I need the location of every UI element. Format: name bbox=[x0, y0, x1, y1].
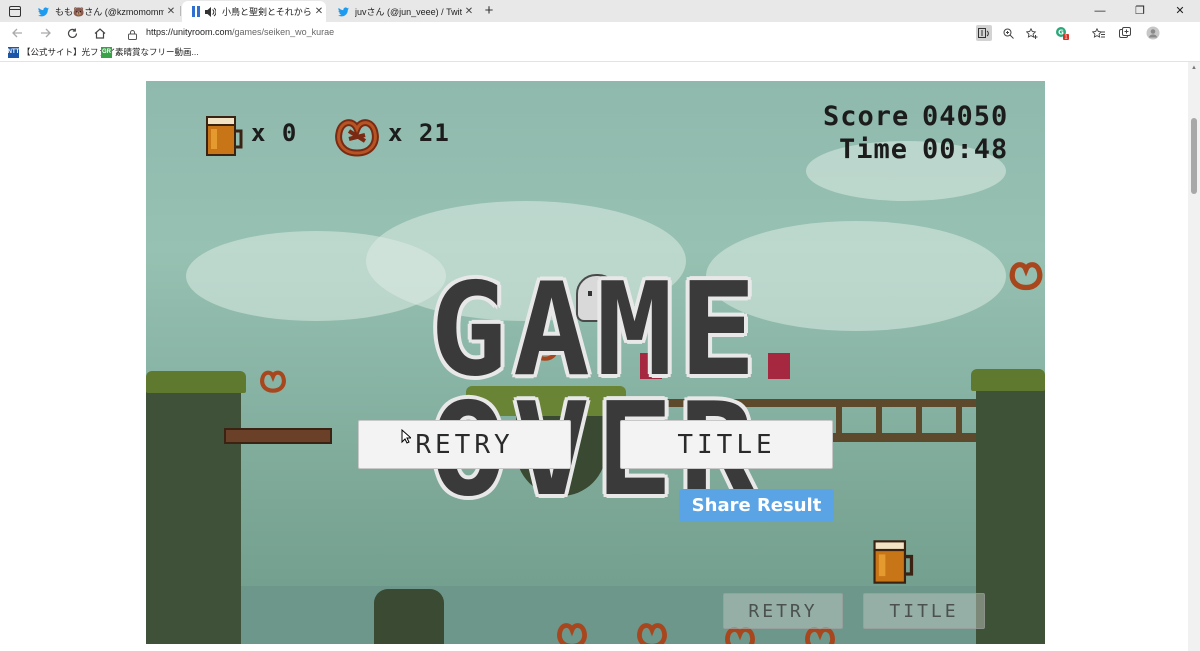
collections-button[interactable] bbox=[1117, 25, 1133, 41]
favorites-button[interactable] bbox=[1090, 25, 1106, 41]
right-cliff bbox=[976, 381, 1045, 644]
video-bookmark-icon: GR bbox=[101, 46, 112, 58]
mouse-cursor-icon bbox=[401, 429, 411, 444]
speaker-icon[interactable] bbox=[205, 6, 216, 17]
lock-icon[interactable] bbox=[128, 27, 138, 40]
bookmarks-bar: NTT 【公式サイト】光ファイ... GR 素晴賞なフリー動画... bbox=[0, 43, 1200, 62]
score-label: Score bbox=[823, 101, 910, 132]
read-aloud-button[interactable] bbox=[976, 25, 992, 41]
game-canvas[interactable]: x 0 x 21 Score 04050 Time 00:48 RETRY TI… bbox=[146, 81, 1045, 644]
beer-icon bbox=[873, 540, 914, 584]
page-scrollbar[interactable]: ▲ bbox=[1188, 62, 1200, 651]
add-favorite-button[interactable] bbox=[1024, 25, 1040, 41]
unityroom-icon bbox=[190, 6, 201, 17]
scroll-up-icon[interactable]: ▲ bbox=[1190, 65, 1198, 73]
address-toolbar: https://unityroom.com/games/seiken_wo_ku… bbox=[0, 22, 1200, 43]
bookmark-label: 素晴賞なフリー動画... bbox=[115, 47, 199, 57]
right-cliff-grass bbox=[971, 369, 1045, 391]
twitter-icon bbox=[38, 6, 49, 17]
refresh-icon bbox=[67, 28, 77, 38]
wooden-plank bbox=[224, 428, 332, 444]
minimize-button[interactable]: — bbox=[1080, 2, 1120, 20]
background-title-button: TITLE bbox=[863, 593, 985, 629]
game-over-title: GAME OVER bbox=[429, 256, 763, 525]
star-add-icon bbox=[1026, 27, 1038, 39]
tab-close-icon[interactable]: ✕ bbox=[164, 6, 178, 17]
back-button[interactable] bbox=[9, 25, 25, 41]
forward-arrow-icon bbox=[40, 28, 51, 38]
pretzel-icon bbox=[637, 623, 667, 644]
extension-icon: G1 bbox=[1056, 27, 1069, 40]
background-retry-button: RETRY bbox=[723, 593, 843, 629]
twitter-icon bbox=[338, 6, 349, 17]
bridge-post bbox=[836, 407, 842, 433]
fiber-bookmark-icon: NTT bbox=[8, 46, 19, 58]
bottom-rock bbox=[374, 589, 444, 644]
tab-twitter-momo[interactable]: もも🐻さん (@kzmomommd) / Tw ✕ bbox=[30, 1, 178, 22]
share-result-button[interactable]: Share Result bbox=[679, 489, 834, 522]
refresh-button[interactable] bbox=[64, 25, 80, 41]
pretzel-icon bbox=[1009, 262, 1043, 291]
beer-count: x 0 bbox=[251, 119, 298, 147]
scroll-thumb[interactable] bbox=[1191, 118, 1197, 194]
time-value: 00:48 bbox=[922, 134, 1009, 165]
extension-button[interactable]: G1 bbox=[1054, 25, 1070, 41]
url-path: /games/seiken_wo_kurae bbox=[232, 27, 335, 37]
avatar-icon bbox=[1146, 26, 1160, 40]
maximize-button[interactable]: ❐ bbox=[1120, 2, 1160, 20]
bridge-post bbox=[956, 407, 962, 433]
tab-unityroom-game[interactable]: 小鳥と聖剣とそれから毒煙 | フ ✕ bbox=[182, 1, 326, 22]
forward-button[interactable] bbox=[37, 25, 53, 41]
close-window-button[interactable]: ✕ bbox=[1160, 2, 1200, 20]
tab-close-icon[interactable]: ✕ bbox=[312, 6, 326, 17]
zoom-button[interactable] bbox=[1000, 25, 1016, 41]
home-icon bbox=[94, 27, 106, 39]
pretzel-count: x 21 bbox=[388, 119, 450, 147]
back-arrow-icon bbox=[11, 28, 22, 38]
tab-actions-button[interactable] bbox=[6, 3, 24, 19]
new-tab-button[interactable]: + bbox=[480, 2, 498, 20]
tab-separator bbox=[180, 6, 181, 16]
beer-icon bbox=[206, 116, 243, 156]
url-field[interactable]: https://unityroom.com/games/seiken_wo_ku… bbox=[146, 27, 334, 37]
left-cliff bbox=[146, 381, 241, 644]
home-button[interactable] bbox=[92, 25, 108, 41]
left-cliff-grass bbox=[146, 371, 246, 393]
tab-strip: もも🐻さん (@kzmomommd) / Tw ✕ 小鳥と聖剣とそれから毒煙 |… bbox=[0, 0, 1200, 22]
tab-twitter-juv[interactable]: juvさん (@jun_veee) / Twitter ✕ bbox=[330, 1, 476, 22]
read-aloud-icon bbox=[978, 27, 989, 38]
bridge-post bbox=[916, 407, 922, 433]
collections-icon bbox=[1119, 27, 1131, 38]
time-label: Time bbox=[839, 134, 909, 165]
pretzel-icon bbox=[557, 623, 587, 644]
pretzel-icon bbox=[335, 119, 379, 157]
tab-actions-icon bbox=[9, 5, 21, 17]
profile-button[interactable] bbox=[1145, 25, 1161, 41]
retry-button[interactable]: RETRY bbox=[358, 420, 571, 469]
tab-label: もも🐻さん (@kzmomommd) / Tw bbox=[55, 7, 164, 17]
tab-label: 小鳥と聖剣とそれから毒煙 | フ bbox=[222, 7, 312, 17]
tab-label: juvさん (@jun_veee) / Twitter bbox=[355, 7, 462, 17]
tab-close-icon[interactable]: ✕ bbox=[462, 6, 476, 17]
title-button[interactable]: TITLE bbox=[620, 420, 833, 469]
url-host: https://unityroom.com bbox=[146, 27, 233, 37]
zoom-icon bbox=[1003, 28, 1014, 39]
score-value: 04050 bbox=[922, 101, 1009, 132]
bookmark-free-video[interactable]: GR 素晴賞なフリー動画... bbox=[101, 46, 199, 58]
bridge-post bbox=[876, 407, 882, 433]
favorites-icon bbox=[1091, 27, 1105, 38]
svg-text:1: 1 bbox=[1064, 35, 1068, 40]
